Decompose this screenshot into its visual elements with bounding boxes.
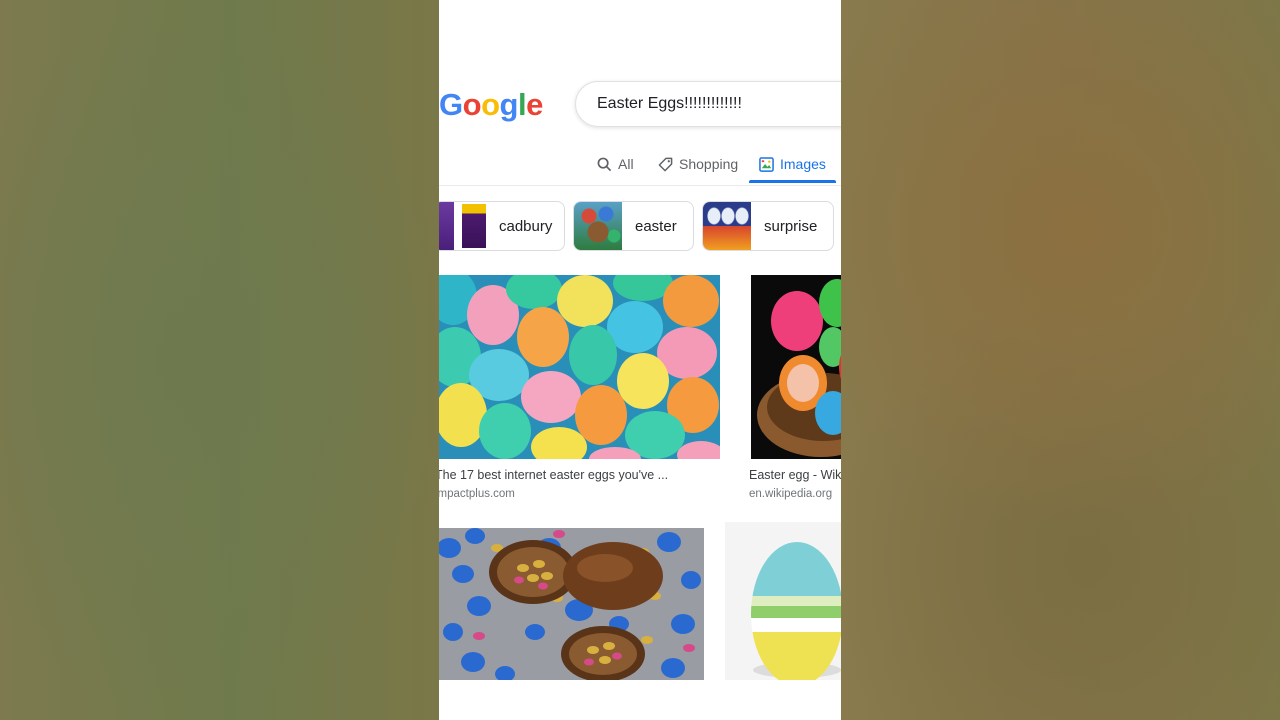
chip-thumbnail [703,202,751,250]
search-input[interactable]: Easter Eggs!!!!!!!!!!!!! [575,81,841,127]
google-logo[interactable]: Google [439,86,543,124]
result-image[interactable] [751,275,841,459]
chip-thumbnail [439,202,454,250]
egg-basket-photo [751,275,841,459]
logo-letter: e [526,87,543,122]
logo-letter: o [481,87,500,122]
related-chip-surprise[interactable]: surprise [702,201,834,251]
result-image[interactable] [725,522,841,680]
search-tabs: All Shopping Images [439,145,841,186]
tab-all-label: All [618,156,634,172]
active-tab-indicator [749,180,836,183]
result-source: en.wikipedia.org [749,488,833,500]
logo-letter: o [462,87,482,122]
phone-screen: Google Easter Eggs!!!!!!!!!!!!! All Shop… [439,0,841,720]
result-title[interactable]: Easter egg - Wikipedia [749,468,841,482]
related-chip-cadbury[interactable]: cadbury [439,201,565,251]
logo-letter: g [499,87,519,122]
egg-shapes [439,275,720,459]
search-query: Easter Eggs!!!!!!!!!!!!! [597,95,742,112]
related-chip-easter[interactable]: easter [573,201,694,251]
tab-images[interactable]: Images [759,145,826,183]
tab-shopping-label: Shopping [679,156,739,172]
logo-letter: G [439,87,463,122]
tab-images-label: Images [780,156,826,172]
chip-label: surprise [764,217,818,235]
colorful-eggs-photo [439,275,720,459]
striped-egg-photo [725,522,841,680]
chocolate-eggs-photo [439,528,704,680]
result-title[interactable]: The 17 best internet easter eggs you've … [439,468,668,482]
chip-thumbnail [462,204,486,248]
tab-shopping[interactable]: Shopping [658,145,738,183]
image-icon [759,156,774,172]
tag-icon [658,157,673,171]
chip-label: easter [635,217,677,235]
tab-all[interactable]: All [597,145,634,183]
result-image[interactable] [439,528,704,680]
search-icon [597,157,612,171]
chip-label: cadbury [499,217,553,235]
logo-letter: l [517,87,527,122]
result-source: impactplus.com [439,488,515,500]
chip-thumbnail [574,202,622,250]
result-image[interactable] [439,275,720,459]
